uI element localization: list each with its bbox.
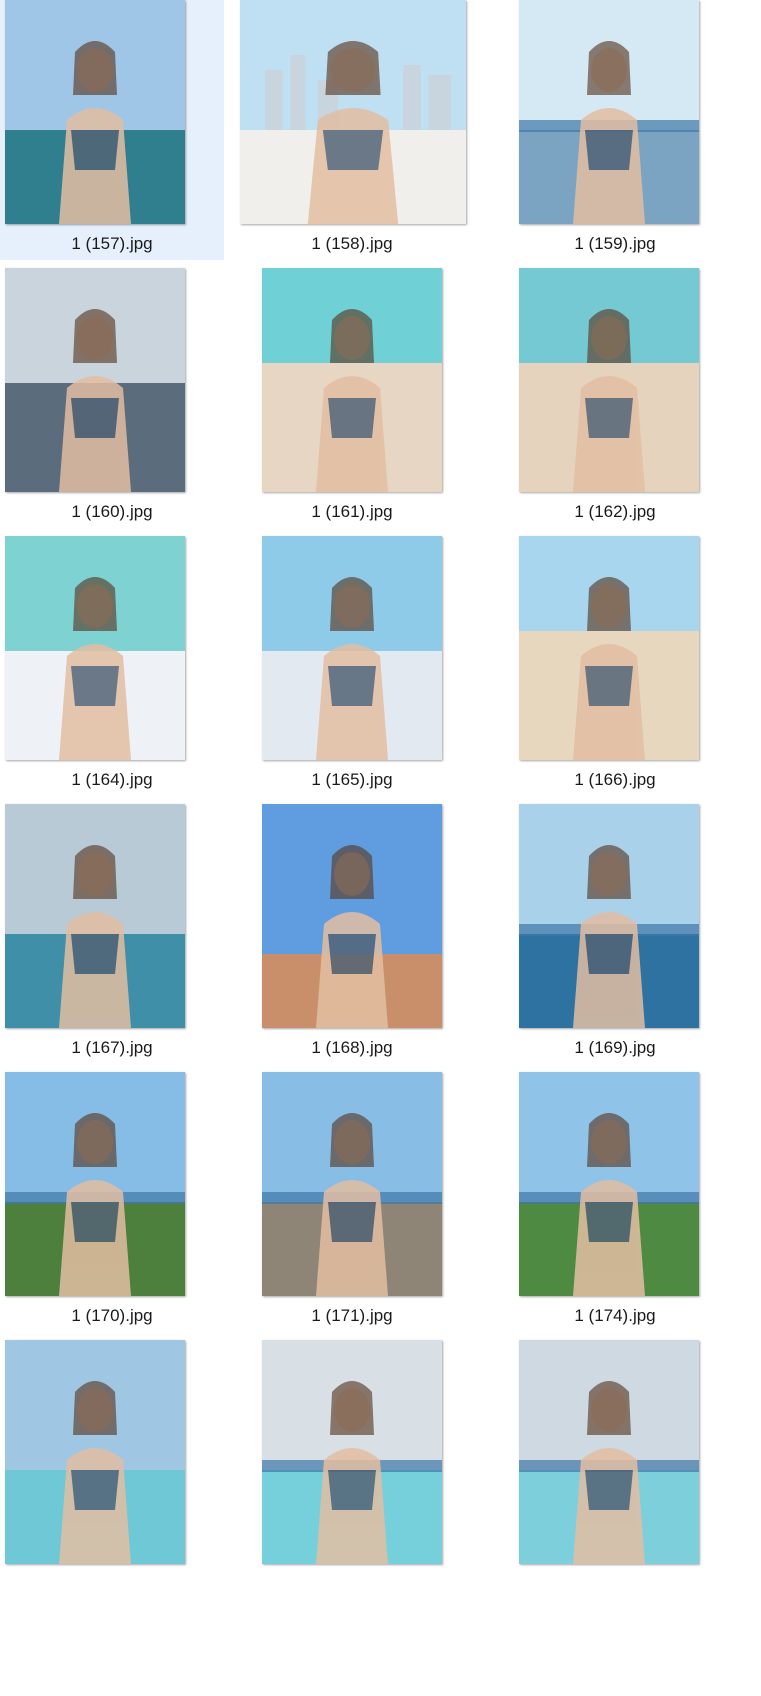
image-thumbnail [262, 536, 442, 760]
image-thumbnail [262, 268, 442, 492]
photo-placeholder [519, 268, 699, 492]
photo-placeholder [5, 0, 185, 224]
file-item[interactable]: 1 (169).jpg [503, 804, 727, 1064]
file-name: 1 (157).jpg [71, 234, 153, 253]
photo-placeholder [262, 1340, 442, 1564]
image-thumbnail [519, 1072, 699, 1296]
image-thumbnail [519, 804, 699, 1028]
file-item[interactable] [503, 1340, 727, 1600]
image-thumbnail [5, 804, 185, 1028]
image-thumbnail [262, 804, 442, 1028]
image-thumbnail [5, 536, 185, 760]
photo-placeholder [5, 1340, 185, 1564]
image-thumbnail [5, 1340, 185, 1564]
photo-placeholder [262, 268, 442, 492]
photo-placeholder [5, 536, 185, 760]
photo-placeholder [519, 536, 699, 760]
file-name: 1 (168).jpg [311, 1038, 393, 1057]
file-item[interactable]: 1 (161).jpg [240, 268, 464, 528]
photo-placeholder [5, 268, 185, 492]
file-name: 1 (159).jpg [574, 234, 656, 253]
file-item[interactable]: 1 (167).jpg [0, 804, 224, 1064]
file-item[interactable]: 1 (159).jpg [503, 0, 727, 260]
image-thumbnail [519, 536, 699, 760]
file-name: 1 (165).jpg [311, 770, 393, 789]
photo-placeholder [519, 0, 699, 224]
file-name: 1 (162).jpg [574, 502, 656, 521]
photo-placeholder [262, 804, 442, 1028]
file-name: 1 (174).jpg [574, 1306, 656, 1325]
file-item[interactable]: 1 (174).jpg [503, 1072, 727, 1332]
image-thumbnail [519, 1340, 699, 1564]
image-thumbnail [262, 1072, 442, 1296]
image-thumbnail [5, 0, 185, 224]
file-item[interactable]: 1 (164).jpg [0, 536, 224, 796]
file-item[interactable]: 1 (170).jpg [0, 1072, 224, 1332]
photo-placeholder [519, 804, 699, 1028]
file-item[interactable]: 1 (157).jpg [0, 0, 224, 260]
photo-placeholder [240, 0, 466, 224]
photo-placeholder [5, 1072, 185, 1296]
file-name: 1 (160).jpg [71, 502, 153, 521]
image-thumbnail [262, 1340, 442, 1564]
file-item[interactable]: 1 (158).jpg [240, 0, 466, 260]
image-thumbnail [519, 268, 699, 492]
file-name: 1 (161).jpg [311, 502, 393, 521]
file-name: 1 (164).jpg [71, 770, 153, 789]
file-name: 1 (167).jpg [71, 1038, 153, 1057]
file-name: 1 (171).jpg [311, 1306, 393, 1325]
image-thumbnail [519, 0, 699, 224]
photo-placeholder [5, 804, 185, 1028]
file-item[interactable] [0, 1340, 224, 1600]
file-item[interactable]: 1 (160).jpg [0, 268, 224, 528]
file-grid: 1 (157).jpg 1 (158).jpg 1 (159).jpg 1 (1… [0, 0, 761, 1696]
file-item[interactable]: 1 (165).jpg [240, 536, 464, 796]
file-item[interactable]: 1 (162).jpg [503, 268, 727, 528]
image-thumbnail [5, 1072, 185, 1296]
photo-placeholder [519, 1072, 699, 1296]
image-thumbnail [5, 268, 185, 492]
file-name: 1 (166).jpg [574, 770, 656, 789]
file-name: 1 (170).jpg [71, 1306, 153, 1325]
file-item[interactable] [240, 1340, 464, 1600]
file-name: 1 (169).jpg [574, 1038, 656, 1057]
file-item[interactable]: 1 (168).jpg [240, 804, 464, 1064]
photo-placeholder [262, 536, 442, 760]
file-item[interactable]: 1 (171).jpg [240, 1072, 464, 1332]
photo-placeholder [262, 1072, 442, 1296]
file-name: 1 (158).jpg [311, 234, 393, 253]
image-thumbnail [240, 0, 466, 224]
file-item[interactable]: 1 (166).jpg [503, 536, 727, 796]
photo-placeholder [519, 1340, 699, 1564]
